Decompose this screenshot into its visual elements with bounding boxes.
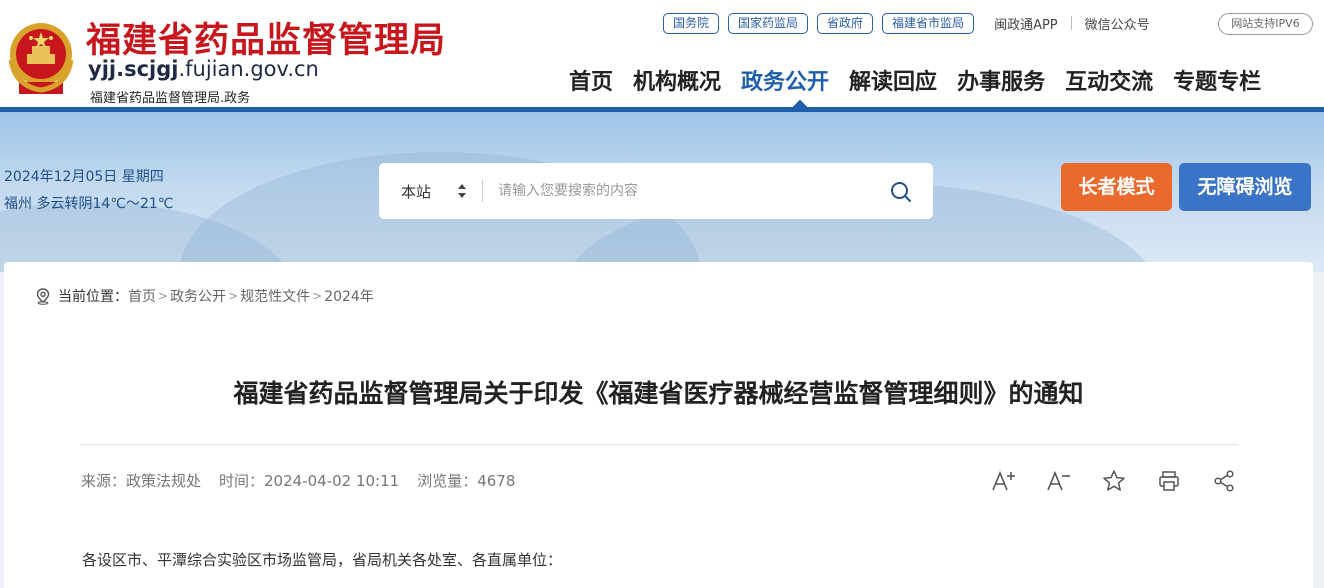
font-increase-icon xyxy=(992,470,1015,491)
site-domain: yjj.scjgj.fujian.gov.cn xyxy=(88,57,319,81)
minzhengtong-app-link[interactable]: 闽政通APP xyxy=(994,14,1058,33)
site-title[interactable]: 福建省药品监督管理局 xyxy=(86,12,446,63)
search-input[interactable] xyxy=(498,179,868,203)
share-icon xyxy=(1214,470,1234,492)
breadcrumb-year[interactable]: 2024年 xyxy=(324,286,374,306)
breadcrumb-separator: > xyxy=(158,289,169,303)
toplink-divider xyxy=(1070,16,1072,30)
sort-arrows-icon[interactable] xyxy=(457,182,467,200)
domain-prefix: yjj.scjgj xyxy=(88,57,179,81)
nav-organization[interactable]: 机构概况 xyxy=(633,64,721,96)
ipv6-badge: 网站支持IPV6 xyxy=(1218,13,1313,35)
article-tools xyxy=(989,468,1264,494)
font-decrease-button[interactable] xyxy=(1044,468,1074,494)
weather-info: 福州 多云转阴14℃～21℃ xyxy=(4,196,174,212)
toplink-nmpa[interactable]: 国家药监局 xyxy=(728,12,809,34)
font-decrease-icon xyxy=(1047,470,1070,491)
location-pin-icon xyxy=(36,288,50,305)
toplink-state-council[interactable]: 国务院 xyxy=(663,12,720,34)
share-button[interactable] xyxy=(1209,468,1239,494)
breadcrumb-normative-documents[interactable]: 规范性文件 xyxy=(240,286,310,306)
article-card: 当前位置： 首页 > 政务公开 > 规范性文件 > 2024年 福建省药品监督管… xyxy=(4,262,1313,588)
nav-home[interactable]: 首页 xyxy=(569,64,613,96)
article-views: 浏览量：4678 xyxy=(417,472,516,490)
breadcrumb-home[interactable]: 首页 xyxy=(128,286,156,306)
favorite-button[interactable] xyxy=(1099,468,1129,494)
domain-suffix: .fujian.gov.cn xyxy=(178,57,319,81)
star-icon xyxy=(1103,470,1125,491)
article-body-first-line: 各设区市、平潭综合实验区市场监管局，省局机关各处室、各直属单位： xyxy=(82,551,563,569)
font-increase-button[interactable] xyxy=(989,468,1019,494)
search-bar: 本站 xyxy=(379,163,933,219)
breadcrumb-government-affairs[interactable]: 政务公开 xyxy=(170,286,226,306)
search-icon[interactable] xyxy=(889,180,913,204)
article-source: 来源：政策法规处 xyxy=(81,472,202,490)
breadcrumb-separator: > xyxy=(312,289,323,303)
breadcrumb: 当前位置： 首页 > 政务公开 > 规范性文件 > 2024年 xyxy=(34,286,374,306)
national-emblem-icon xyxy=(8,23,74,94)
wechat-link[interactable]: 微信公众号 xyxy=(1085,14,1150,33)
main-nav: 首页 机构概况 政务公开 解读回应 办事服务 互动交流 专题专栏 xyxy=(559,64,1271,96)
article-time: 时间：2024-04-02 10:11 xyxy=(219,472,400,490)
breadcrumb-separator: > xyxy=(228,289,239,303)
nav-interaction[interactable]: 互动交流 xyxy=(1065,64,1153,96)
search-scope-select[interactable]: 本站 xyxy=(401,181,431,202)
printer-icon xyxy=(1159,471,1179,491)
search-divider xyxy=(482,180,483,202)
site-header: 福建省药品监督管理局 yjj.scjgj.fujian.gov.cn 福建省药品… xyxy=(0,0,1324,108)
nav-government-affairs[interactable]: 政务公开 xyxy=(741,64,829,96)
site-subtitle: 福建省药品监督管理局.政务 xyxy=(90,91,251,106)
nav-services[interactable]: 办事服务 xyxy=(957,64,1045,96)
article-title: 福建省药品监督管理局关于印发《福建省医疗器械经营监督管理细则》的通知 xyxy=(233,379,1084,408)
print-button[interactable] xyxy=(1154,468,1184,494)
accessibility-button[interactable]: 无障碍浏览 xyxy=(1179,163,1311,211)
top-links: 国务院 国家药监局 省政府 福建省市监局 闽政通APP 微信公众号 xyxy=(663,12,1150,34)
current-date: 2024年12月05日 星期四 xyxy=(4,169,164,185)
elder-mode-button[interactable]: 长者模式 xyxy=(1061,163,1172,211)
date-weather: 2024年12月05日 星期四 福州 多云转阴14℃～21℃ xyxy=(4,164,174,218)
breadcrumb-label: 当前位置： xyxy=(58,289,128,305)
nav-special-topics[interactable]: 专题专栏 xyxy=(1173,64,1261,96)
toplink-provincial-government[interactable]: 省政府 xyxy=(817,12,874,34)
article-meta: 来源：政策法规处 时间：2024-04-02 10:11 浏览量：4678 xyxy=(81,470,533,491)
nav-interpretation[interactable]: 解读回应 xyxy=(849,64,937,96)
banner: 2024年12月05日 星期四 福州 多云转阴14℃～21℃ 本站 长者模式 无… xyxy=(0,112,1324,272)
title-divider xyxy=(80,444,1238,445)
toplink-fujian-market-supervision[interactable]: 福建省市监局 xyxy=(882,12,975,34)
